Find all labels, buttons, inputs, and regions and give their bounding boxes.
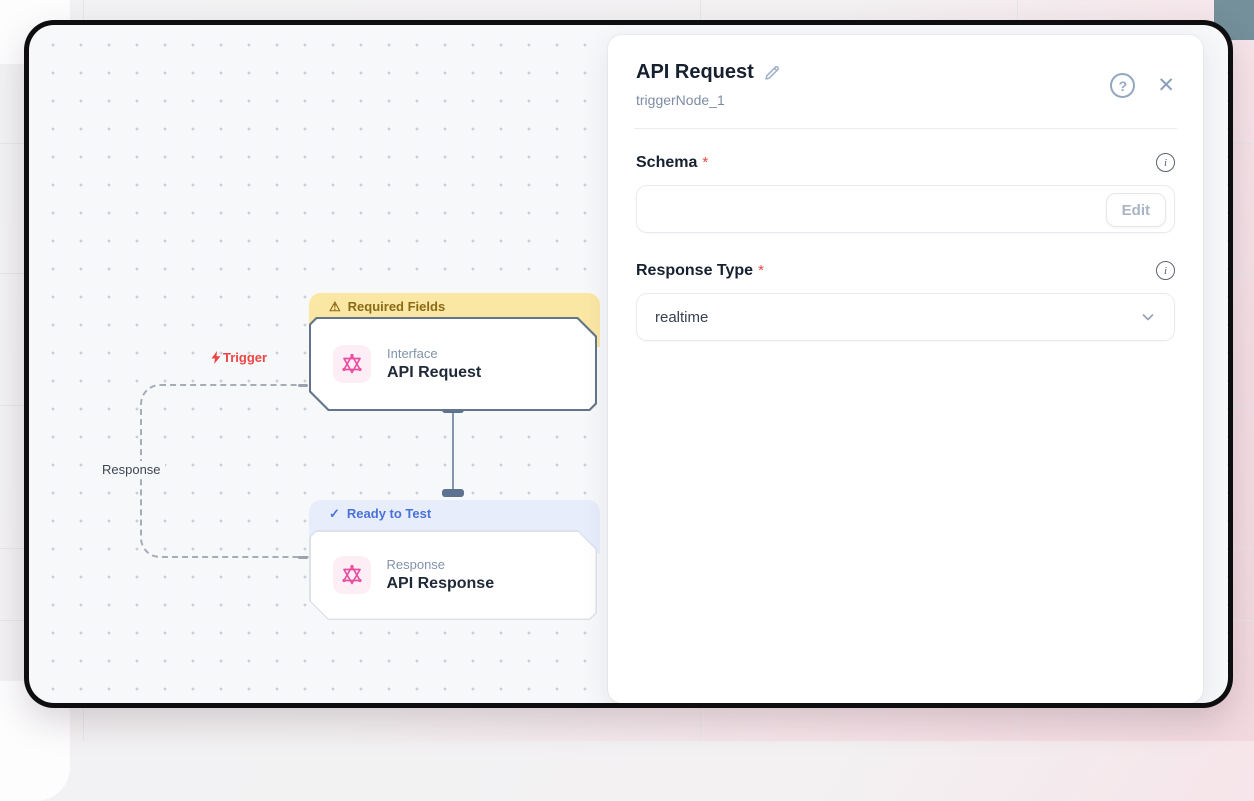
response-type-selected-value: realtime (655, 309, 708, 326)
required-mark: * (702, 154, 708, 171)
trigger-label-text: Trigger (223, 350, 267, 365)
node-type-label: Response (387, 557, 495, 572)
schema-edit-button[interactable]: Edit (1106, 193, 1166, 227)
panel-header: API Request triggerNode_1 ? ✕ (636, 61, 1175, 108)
workflow-canvas[interactable]: Response Trigger ⚠ Required Fields (29, 25, 1228, 703)
interface-node-icon (333, 345, 371, 383)
info-icon[interactable]: i (1156, 153, 1175, 172)
screenshot-frame: Response Trigger ⚠ Required Fields (24, 20, 1233, 708)
panel-divider (634, 128, 1177, 129)
schema-field-group: Schema * i Edit (636, 153, 1175, 233)
required-mark: * (758, 262, 764, 279)
response-type-field-group: Response Type * i realtime (636, 261, 1175, 341)
node-title: API Response (387, 575, 495, 593)
warning-icon: ⚠ (329, 298, 341, 315)
required-fields-banner-text: Required Fields (348, 298, 446, 315)
response-left-handle[interactable] (298, 556, 308, 559)
info-icon[interactable]: i (1156, 261, 1175, 280)
api-request-node[interactable]: Interface API Request (309, 317, 597, 411)
target-handle[interactable] (442, 489, 464, 497)
edit-pencil-icon[interactable] (763, 64, 781, 82)
schema-field-label: Schema (636, 154, 697, 171)
node-id-label: triggerNode_1 (636, 92, 781, 108)
help-icon[interactable]: ? (1110, 73, 1135, 98)
check-icon: ✓ (329, 505, 340, 522)
response-type-field-label: Response Type (636, 262, 753, 279)
response-edge-label: Response (98, 461, 165, 478)
connector-edge[interactable] (452, 409, 454, 497)
node-title: API Request (387, 364, 481, 382)
close-icon[interactable]: ✕ (1157, 75, 1175, 96)
ready-to-test-banner-text: Ready to Test (347, 505, 431, 522)
trigger-label: Trigger (210, 350, 267, 365)
response-node-icon (333, 556, 371, 594)
request-left-handle[interactable] (298, 384, 308, 387)
api-response-node[interactable]: Response API Response (309, 530, 597, 620)
node-type-label: Interface (387, 346, 481, 361)
response-type-select[interactable]: realtime (636, 293, 1175, 341)
response-edge[interactable] (140, 384, 309, 558)
panel-title: API Request (636, 61, 754, 84)
schema-input[interactable]: Edit (636, 185, 1175, 233)
chevron-down-icon (1140, 309, 1156, 325)
node-config-panel: API Request triggerNode_1 ? ✕ (608, 35, 1203, 703)
lightning-bolt-icon (210, 351, 222, 364)
